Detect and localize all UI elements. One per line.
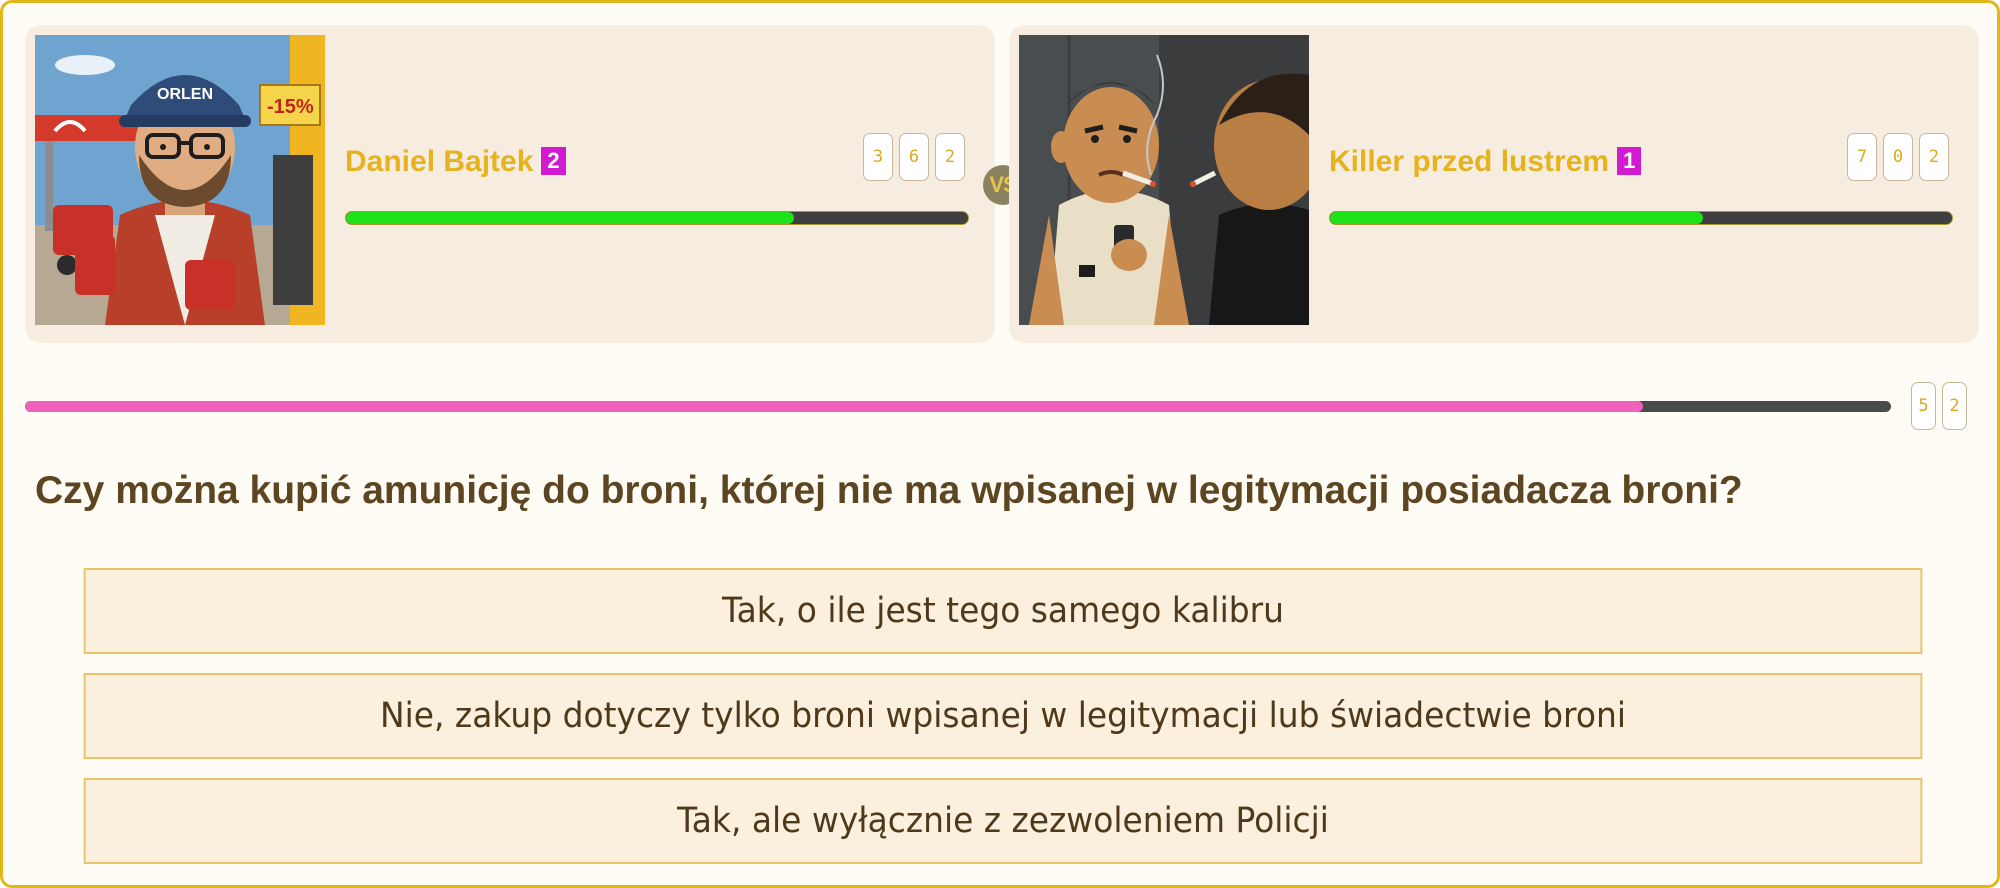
player-1-hp-bar — [345, 211, 969, 225]
player-1-avatar: -15% ORLEN — [35, 35, 325, 325]
avatar-cap-text: ORLEN — [157, 86, 213, 103]
player-2-score-digit: 2 — [1919, 133, 1949, 181]
player-card-1: -15% ORLEN Daniel Bajtek 2 3 6 2 — [25, 25, 995, 343]
player-1-rank-badge: 2 — [541, 147, 566, 175]
player-card-2: Killer przed lustrem 1 7 0 2 — [1009, 25, 1979, 343]
player-2-avatar — [1019, 35, 1309, 325]
player-2-rank-badge: 1 — [1617, 147, 1642, 175]
question-timer-bar — [25, 401, 1891, 412]
player-2-score-digit: 0 — [1883, 133, 1913, 181]
avatar-illustration-gas-station: -15% ORLEN — [35, 35, 325, 325]
player-1-name-row: Daniel Bajtek 2 — [345, 145, 566, 179]
answer-option-label: Tak, ale wyłącznie z zezwoleniem Policji — [677, 801, 1329, 841]
answer-option-3[interactable]: Tak, ale wyłącznie z zezwoleniem Policji — [83, 778, 1923, 864]
question-timer-fill — [25, 401, 1643, 412]
game-frame: -15% ORLEN Daniel Bajtek 2 3 6 2 VS Kill… — [0, 0, 2000, 888]
answer-option-1[interactable]: Tak, o ile jest tego samego kalibru — [83, 568, 1923, 654]
player-2-hp-bar — [1329, 211, 1953, 225]
timer-countdown: 5 2 — [1911, 382, 1967, 430]
player-1-score-digit: 3 — [863, 133, 893, 181]
player-2-score: 7 0 2 — [1847, 133, 1949, 181]
answer-option-label: Nie, zakup dotyczy tylko broni wpisanej … — [380, 696, 1626, 736]
timer-digit: 5 — [1911, 382, 1936, 430]
timer-digit: 2 — [1942, 382, 1967, 430]
answer-option-label: Tak, o ile jest tego samego kalibru — [721, 591, 1285, 631]
player-1-hp-fill — [346, 212, 794, 224]
player-2-name-row: Killer przed lustrem 1 — [1329, 145, 1642, 179]
question-text: Czy można kupić amunicję do broni, które… — [35, 469, 1743, 512]
player-2-hp-fill — [1330, 212, 1704, 224]
player-1-score: 3 6 2 — [863, 133, 965, 181]
answer-option-2[interactable]: Nie, zakup dotyczy tylko broni wpisanej … — [83, 673, 1923, 759]
avatar-sign-text: -15% — [267, 96, 314, 118]
player-1-name: Daniel Bajtek — [345, 145, 534, 178]
player-1-score-digit: 6 — [899, 133, 929, 181]
avatar-illustration-smokers — [1019, 35, 1309, 325]
player-2-score-digit: 7 — [1847, 133, 1877, 181]
player-1-score-digit: 2 — [935, 133, 965, 181]
player-2-name: Killer przed lustrem — [1329, 145, 1610, 178]
